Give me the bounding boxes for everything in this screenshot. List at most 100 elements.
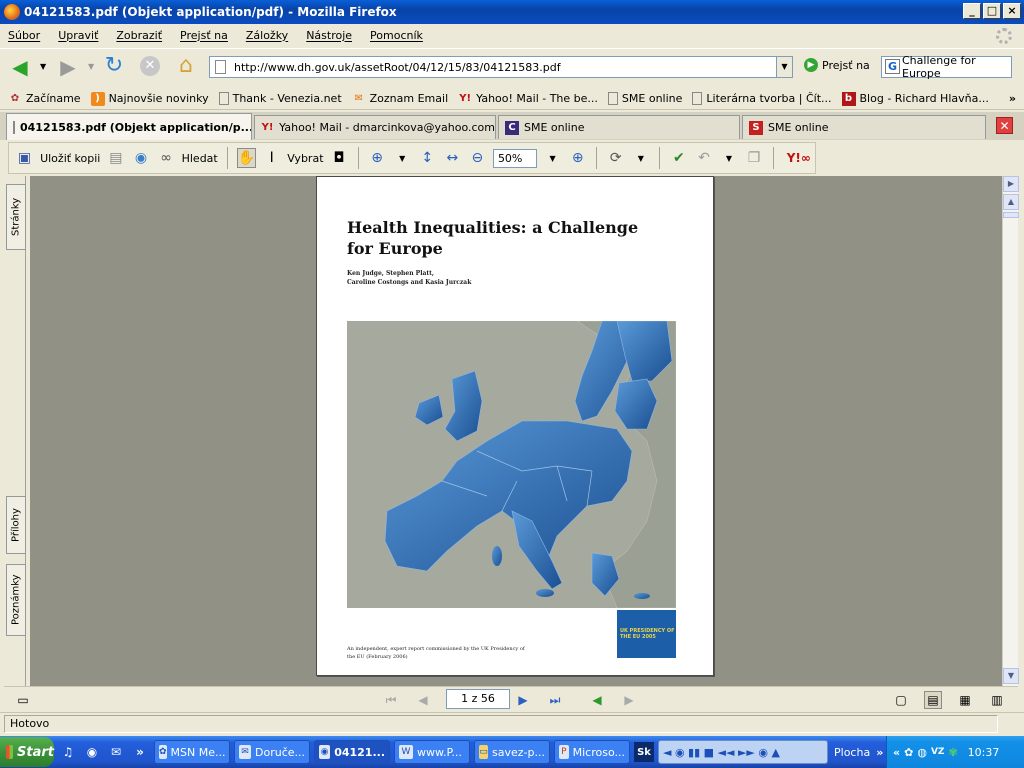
music-player-icon[interactable]: ♫ [58,742,78,762]
menu-file[interactable]: Súbor [8,29,40,42]
msn-tray-icon[interactable]: ✿ [904,746,913,759]
tab-sme-online-1[interactable]: C SME online [498,115,740,139]
search-button[interactable]: Hledat [182,152,218,165]
tray-expand-icon[interactable]: « [893,746,900,759]
back-dropdown-icon[interactable]: ▼ [40,62,46,71]
forward-icon[interactable]: ▶ [56,55,80,79]
bookmark-item[interactable]: SME online [607,92,682,105]
tab-attachments[interactable]: Přílohy [6,496,26,554]
forward-dropdown-icon[interactable]: ▼ [88,62,94,71]
bookmark-item[interactable]: ✉ Zoznam Email [352,92,448,106]
email-client-icon[interactable]: ✉ [106,742,126,762]
select-text-icon[interactable]: I [262,148,281,168]
copy-icon[interactable]: ❐ [745,148,764,168]
task-word[interactable]: Wwww.P... [394,740,470,764]
next-page-icon[interactable]: ▶ [514,691,532,709]
vertical-scrollbar[interactable]: ▶ ▲ ▼ [1002,176,1019,686]
scroll-right-arrow-icon[interactable]: ▶ [1003,176,1019,192]
tab-comments[interactable]: Poznámky [6,564,26,636]
save-copy-button[interactable]: Uložiť kopii [40,152,100,165]
url-dropdown-icon[interactable]: ▼ [776,57,792,77]
undo-icon[interactable]: ↶ [694,148,713,168]
quicklaunch-more-icon[interactable]: » [130,742,150,762]
undo-dropdown-icon[interactable]: ▼ [719,148,738,168]
icq-tray-icon[interactable]: ✾ [948,746,957,759]
menu-tools[interactable]: Nástroje [306,29,352,42]
back-icon[interactable]: ◀ [8,55,32,79]
url-input[interactable]: http://www.dh.gov.uk/assetRoot/04/12/15/… [209,56,793,78]
tab-sme-online-2[interactable]: S SME online [742,115,986,139]
zoom-in-tool-icon[interactable]: ⊕ [368,148,387,168]
firefox-icon[interactable]: ◉ [82,742,102,762]
scroll-up-arrow-icon[interactable]: ▲ [1003,194,1019,210]
vz-tray-icon[interactable]: VZ [931,747,945,757]
page-number-input[interactable]: 1 z 56 [446,689,510,709]
minimize-button[interactable]: _ [963,3,981,19]
start-button[interactable]: Start [0,737,54,767]
snapshot-icon[interactable]: ◘ [330,148,349,168]
task-powerpoint[interactable]: P Microso... [554,740,630,764]
task-folder[interactable]: ▭ savez-p... [474,740,550,764]
maximize-button[interactable]: □ [983,3,1001,19]
previous-page-icon[interactable]: ◀ [414,691,432,709]
previous-view-icon[interactable]: ◀ [588,691,606,709]
task-msn[interactable]: ✿ MSN Me... [154,740,230,764]
fit-width-icon[interactable]: ↔ [443,148,462,168]
menu-edit[interactable]: Upraviť [58,29,98,42]
select-button[interactable]: Vybrat [287,152,323,165]
zoom-tool-dropdown-icon[interactable]: ▼ [393,148,412,168]
pane-toggle-icon[interactable]: ▭ [14,691,32,709]
zoom-dropdown-icon[interactable]: ▼ [543,148,562,168]
menu-go[interactable]: Prejsť na [180,29,228,42]
go-button[interactable]: ▶ Prejsť na [804,58,870,72]
tab-pages[interactable]: Stránky [6,184,26,250]
close-window-button[interactable]: × [1003,3,1021,19]
zoom-out-icon[interactable]: ⊖ [468,148,487,168]
task-inbox[interactable]: ✉ Doruče... [234,740,310,764]
last-page-icon[interactable]: ⏭ [546,691,564,709]
stop-icon[interactable]: ✕ [138,55,162,77]
next-view-icon[interactable]: ▶ [620,691,638,709]
tab-pdf[interactable]: 04121583.pdf (Objekt application/p... [6,113,252,140]
bookmark-item[interactable]: ) Najnovšie novinky [90,91,209,106]
task-firefox[interactable]: ◉ 04121... [314,740,390,764]
bookmark-item[interactable]: ✿ Začíname [8,92,81,106]
facing-pages-icon[interactable]: ▦ [956,691,974,709]
bookmark-item[interactable]: Y! Yahoo! Mail - The be... [458,92,598,106]
toolbar-more-icon[interactable]: » [876,746,883,759]
reload-icon[interactable]: ↻ [102,53,126,78]
first-page-icon[interactable]: ⏮ [382,691,400,709]
scroll-down-arrow-icon[interactable]: ▼ [1003,668,1019,684]
tab-yahoo-mail[interactable]: Y! Yahoo! Mail - dmarcinkova@yahoo.com [254,115,496,139]
search-input[interactable]: G Challenge for Europe [881,54,1012,80]
continuous-facing-icon[interactable]: ▥ [988,691,1006,709]
network-tray-icon[interactable]: ◍ [917,746,927,759]
desktop-toolbar-label[interactable]: Plocha [834,746,870,759]
close-tab-icon[interactable]: ✕ [996,117,1013,134]
print-icon[interactable]: ▤ [106,148,125,168]
zoom-input[interactable]: 50% [492,148,538,168]
single-page-icon[interactable]: ▢ [892,691,910,709]
bookmark-item[interactable]: Thank - Venezia.net [218,92,342,105]
hand-tool-icon[interactable]: ✋ [236,148,257,168]
menu-bookmarks[interactable]: Záložky [246,29,288,42]
rotate-pages-icon[interactable]: ⟳ [606,148,625,168]
rotate-dropdown-icon[interactable]: ▼ [631,148,650,168]
scroll-thumb[interactable] [1003,212,1019,218]
skype-icon[interactable]: Sk [634,742,654,762]
media-player-toolbar[interactable]: ◄ ◉ ▮▮ ■ ◄◄ ►► ◉ ▲ [658,740,828,764]
email-icon[interactable]: ◉ [131,148,150,168]
bookmark-item[interactable]: Literárna tvorba | Čít... [692,92,832,105]
fit-height-icon[interactable]: ↕ [418,148,437,168]
spellcheck-icon[interactable]: ✔ [669,148,688,168]
media-controls-icon[interactable]: ◄ ◉ ▮▮ ■ ◄◄ ►► ◉ ▲ [663,746,780,759]
bookmarks-more-button[interactable]: » [1009,92,1016,105]
bookmark-item[interactable]: b Blog - Richard Hlavňa... [841,91,989,106]
home-icon[interactable]: ⌂ [174,53,198,78]
menu-help[interactable]: Pomocník [370,29,423,42]
save-icon[interactable]: ▣ [15,148,34,168]
yahoo-toolbar-icon[interactable]: Y!∞ [783,148,815,168]
binoculars-icon[interactable]: ∞ [157,148,176,168]
menu-view[interactable]: Zobraziť [116,29,162,42]
continuous-page-icon[interactable]: ▤ [924,691,942,709]
